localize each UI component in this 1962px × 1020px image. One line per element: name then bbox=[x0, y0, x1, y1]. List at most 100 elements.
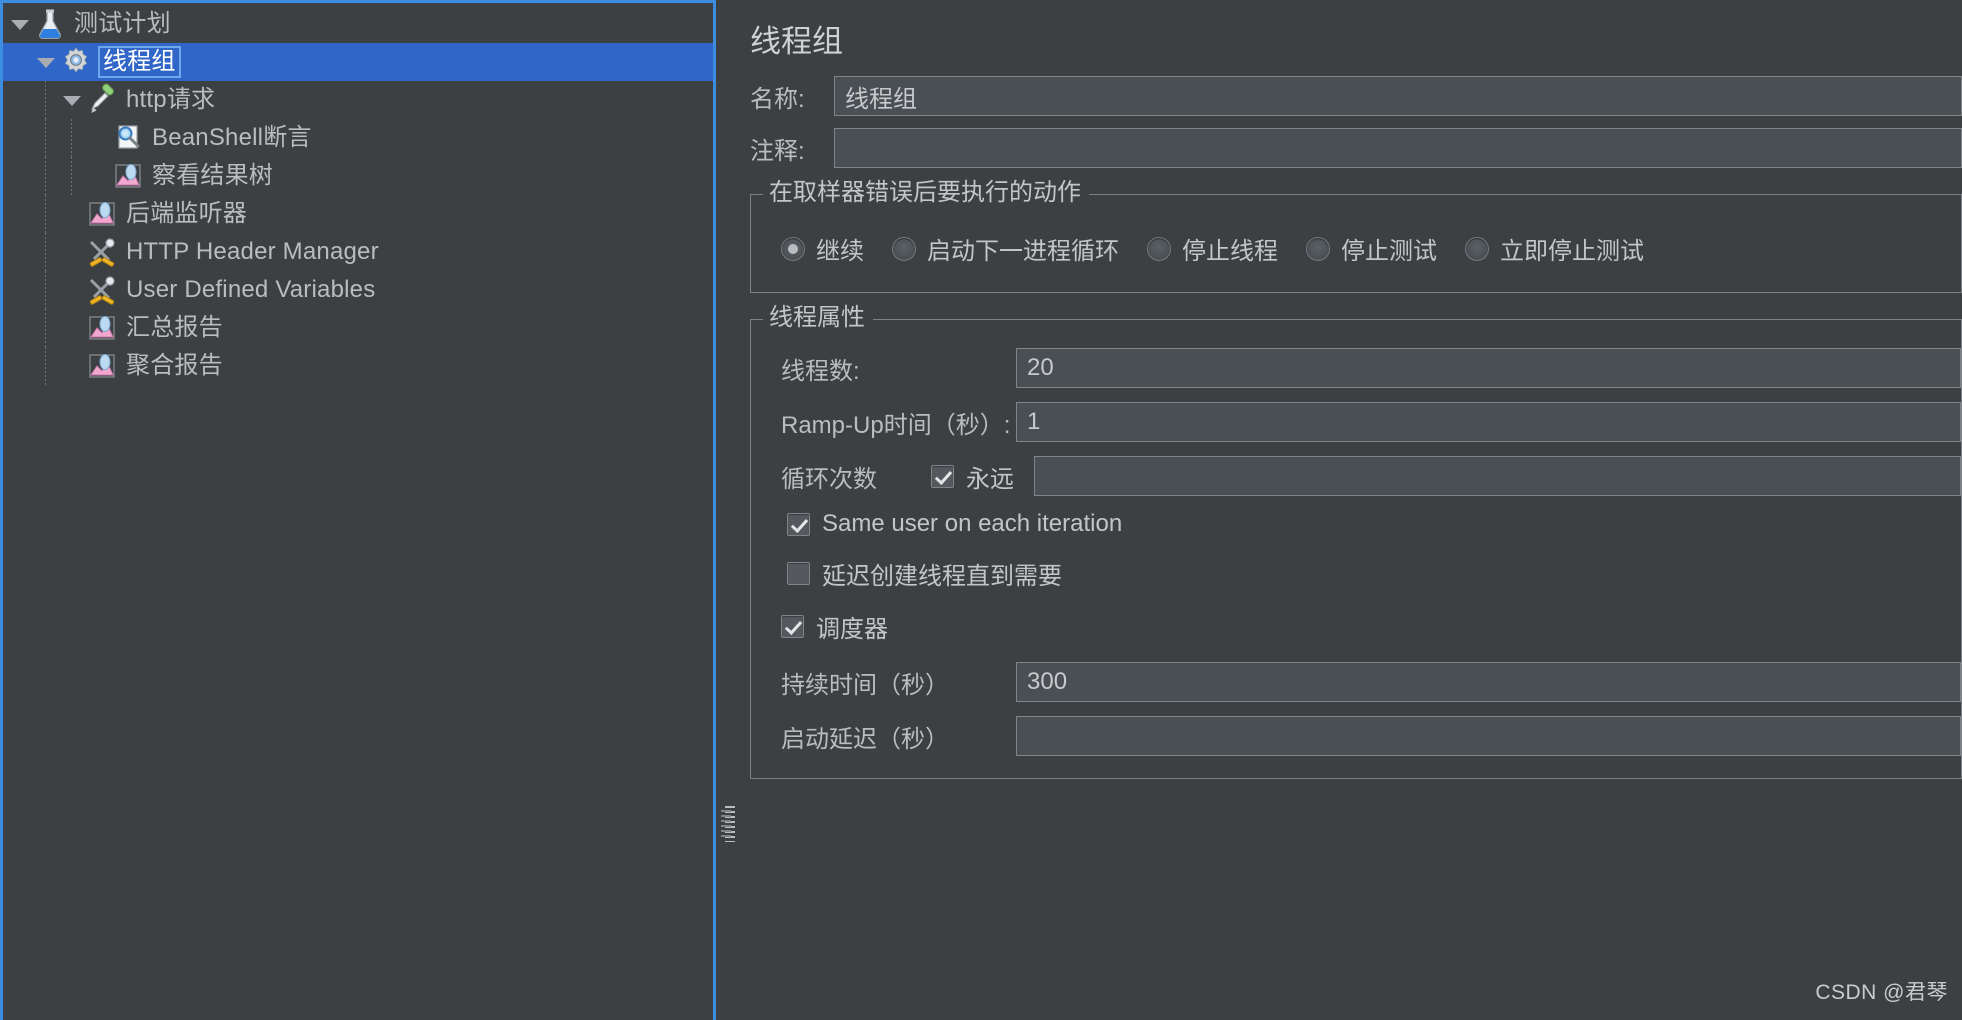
thread-properties-group: 线程属性 线程数: 20 Ramp-Up时间（秒）: 1 循环次数 永远 Sam… bbox=[750, 303, 1962, 779]
tree-indent-guide bbox=[33, 309, 59, 347]
forever-checkbox-wrap[interactable]: 永远 bbox=[931, 459, 1034, 494]
startup-delay-input[interactable] bbox=[1016, 716, 1961, 756]
tree-indent-guide bbox=[33, 195, 59, 233]
test-plan-tree-panel: 测试计划 线程组 http请求 BeanShell断言察看结果树后端监听器 HTTP H… bbox=[0, 0, 716, 1020]
error-action-option-4[interactable]: 立即停止测试 bbox=[1465, 231, 1644, 266]
sampler-error-action-group: 在取样器错误后要执行的动作 继续 启动下一进程循环 停止线程 停止测试 立即停止测试 bbox=[750, 178, 1962, 293]
chart-icon bbox=[111, 159, 145, 193]
tree-item-9[interactable]: 聚合报告 bbox=[3, 347, 713, 385]
startup-delay-row: 启动延迟（秒） bbox=[751, 716, 1961, 756]
comment-label: 注释: bbox=[750, 137, 805, 165]
tree-indent-guide bbox=[33, 233, 59, 271]
same-user-row[interactable]: Same user on each iteration bbox=[751, 510, 1961, 538]
sampler-error-action-radios[interactable]: 继续 启动下一进程循环 停止线程 停止测试 立即停止测试 bbox=[751, 223, 1961, 274]
forever-label: 永远 bbox=[966, 465, 1014, 493]
error-action-option-3[interactable]: 停止测试 bbox=[1306, 231, 1437, 266]
radio-label: 立即停止测试 bbox=[1500, 238, 1644, 265]
scheduler-label: 调度器 bbox=[816, 616, 888, 643]
tree-item-label: http请求 bbox=[126, 86, 216, 113]
tree-item-2[interactable]: http请求 bbox=[3, 81, 713, 119]
tools-icon bbox=[85, 273, 119, 307]
page-title: 线程组 bbox=[750, 24, 843, 59]
tree-item-4[interactable]: 察看结果树 bbox=[3, 157, 713, 195]
delay-thread-creation-checkbox[interactable] bbox=[787, 562, 810, 585]
error-action-option-1[interactable]: 启动下一进程循环 bbox=[892, 231, 1119, 266]
loop-count-row: 循环次数 永远 bbox=[751, 456, 1961, 496]
tree-indent-guide bbox=[7, 43, 33, 81]
radio-button[interactable] bbox=[1147, 236, 1171, 261]
name-input[interactable]: 线程组 bbox=[834, 76, 1962, 116]
tree-item-7[interactable]: User Defined Variables bbox=[3, 271, 713, 309]
tree-item-6[interactable]: HTTP Header Manager bbox=[3, 233, 713, 271]
tree-indent-guide bbox=[7, 81, 33, 119]
thread-properties-title: 线程属性 bbox=[763, 303, 873, 333]
test-plan-tree[interactable]: 测试计划 线程组 http请求 BeanShell断言察看结果树后端监听器 HTTP H… bbox=[3, 3, 713, 385]
chart-icon bbox=[85, 197, 119, 231]
tree-indent-guide bbox=[7, 157, 33, 195]
comment-input[interactable] bbox=[834, 128, 1962, 168]
radio-button[interactable] bbox=[892, 236, 916, 261]
tree-indent-guide bbox=[7, 309, 33, 347]
scheduler-checkbox[interactable] bbox=[781, 615, 804, 638]
num-threads-input[interactable]: 20 bbox=[1016, 348, 1961, 388]
chevron-down-icon[interactable] bbox=[7, 5, 33, 43]
duration-row: 持续时间（秒） 300 bbox=[751, 662, 1961, 702]
radio-button[interactable] bbox=[781, 236, 805, 261]
same-user-checkbox[interactable] bbox=[787, 512, 810, 536]
tree-indent-guide bbox=[59, 119, 85, 157]
jmeter-window: 测试计划 线程组 http请求 BeanShell断言 察看结果树 后端监听器 HTTP H… bbox=[0, 0, 1962, 1020]
duration-input[interactable]: 300 bbox=[1016, 662, 1961, 702]
chevron-down-icon[interactable] bbox=[59, 81, 85, 119]
tree-item-8[interactable]: 汇总报告 bbox=[3, 309, 713, 347]
name-label: 名称: bbox=[750, 85, 805, 113]
tools-icon bbox=[85, 235, 119, 269]
tree-item-0[interactable]: 测试计划 bbox=[3, 5, 713, 43]
pipette-icon bbox=[85, 83, 119, 117]
tree-item-label: 线程组 bbox=[98, 46, 181, 78]
tree-item-label: HTTP Header Manager bbox=[126, 238, 379, 265]
tree-indent-guide bbox=[33, 271, 59, 309]
loop-count-input[interactable] bbox=[1034, 456, 1961, 496]
chart-icon bbox=[85, 311, 119, 345]
error-action-option-2[interactable]: 停止线程 bbox=[1147, 231, 1278, 266]
tree-item-label: 汇总报告 bbox=[126, 314, 223, 341]
tree-indent-guide bbox=[7, 195, 33, 233]
same-user-label: Same user on each iteration bbox=[822, 510, 1123, 537]
tree-item-1[interactable]: 线程组 bbox=[3, 43, 713, 81]
radio-button[interactable] bbox=[1465, 236, 1489, 261]
startup-delay-label: 启动延迟（秒） bbox=[781, 725, 949, 753]
sampler-error-action-body: 继续 启动下一进程循环 停止线程 停止测试 立即停止测试 bbox=[751, 195, 1961, 292]
tree-item-5[interactable]: 后端监听器 bbox=[3, 195, 713, 233]
forever-checkbox[interactable] bbox=[931, 464, 954, 488]
delay-thread-creation-row[interactable]: 延迟创建线程直到需要 bbox=[751, 556, 1961, 591]
ramp-up-input[interactable]: 1 bbox=[1016, 402, 1961, 442]
sampler-error-action-title: 在取样器错误后要执行的动作 bbox=[763, 178, 1089, 208]
radio-button[interactable] bbox=[1306, 236, 1330, 261]
thread-properties-body: 线程数: 20 Ramp-Up时间（秒）: 1 循环次数 永远 Same use… bbox=[751, 320, 1961, 778]
watermark: CSDN @君琴 bbox=[1815, 981, 1948, 1004]
thread-group-config-panel: 线程组 名称: 线程组 注释: 在取样器错误后要执行的动作 继续 启动下一进程循环… bbox=[744, 0, 1962, 1020]
num-threads-row: 线程数: 20 bbox=[751, 348, 1961, 388]
tree-item-3[interactable]: BeanShell断言 bbox=[3, 119, 713, 157]
tree-item-label: 察看结果树 bbox=[152, 162, 273, 189]
delay-thread-creation-label: 延迟创建线程直到需要 bbox=[822, 563, 1062, 590]
tree-indent-guide bbox=[7, 119, 33, 157]
tree-indent-guide bbox=[59, 157, 85, 195]
num-threads-label: 线程数: bbox=[781, 357, 860, 385]
radio-label: 停止测试 bbox=[1341, 238, 1437, 265]
scheduler-row[interactable]: 调度器 bbox=[751, 609, 1961, 644]
tree-item-label: 聚合报告 bbox=[126, 352, 223, 379]
error-action-option-0[interactable]: 继续 bbox=[781, 231, 864, 266]
ramp-up-label: Ramp-Up时间（秒）: bbox=[781, 411, 1011, 439]
tree-item-label: 后端监听器 bbox=[126, 200, 247, 227]
panel-splitter[interactable] bbox=[716, 0, 744, 1020]
splitter-grip-icon[interactable] bbox=[721, 806, 735, 842]
chevron-down-icon[interactable] bbox=[33, 43, 59, 81]
tree-indent-guide bbox=[33, 81, 59, 119]
